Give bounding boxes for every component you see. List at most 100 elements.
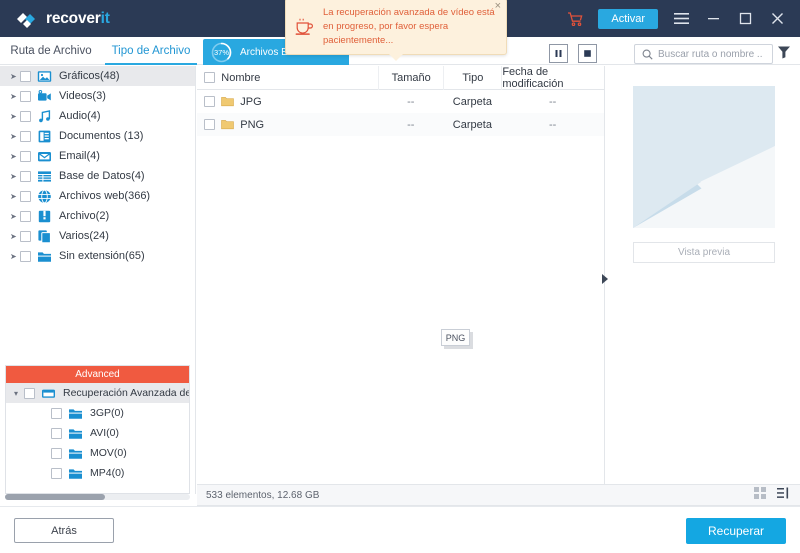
checkbox[interactable] — [51, 427, 62, 439]
advanced-root-item[interactable]: ▾ Recuperación Avanzada de Víc — [6, 383, 189, 403]
image-icon — [37, 69, 52, 84]
checkbox[interactable] — [20, 230, 31, 242]
row-date-cell: -- — [548, 95, 557, 108]
stop-button[interactable] — [578, 44, 597, 63]
sidebar-item-archivos-web[interactable]: ➤ Archivos web(366) — [0, 186, 195, 206]
tab-tipo-de-archivo[interactable]: Tipo de Archivo — [105, 37, 197, 65]
chevron-down-icon[interactable]: ▾ — [14, 389, 24, 398]
chevron-right-icon[interactable]: ➤ — [10, 152, 20, 161]
toast-pointer — [388, 53, 404, 62]
sidebar-item-label: Sin extensión(65) — [59, 250, 145, 262]
search-input[interactable] — [658, 48, 763, 60]
sidebar-item-documentos[interactable]: ➤ Documentos (13) — [0, 126, 195, 146]
chevron-right-icon[interactable]: ➤ — [10, 132, 20, 141]
shopping-cart-icon[interactable] — [566, 10, 584, 28]
checkbox[interactable] — [20, 90, 31, 102]
folder-video-icon — [68, 426, 83, 441]
checkbox[interactable] — [20, 210, 31, 222]
activate-button[interactable]: Activar — [598, 8, 658, 29]
sidebar-item-base-de-datos[interactable]: ➤ Base de Datos(4) — [0, 166, 195, 186]
minimize-icon[interactable] — [704, 10, 722, 28]
sidebar-item-label: Base de Datos(4) — [59, 170, 145, 182]
sidebar-item-varios[interactable]: ➤ Varios(24) — [0, 226, 195, 246]
checkbox[interactable] — [20, 190, 31, 202]
advanced-recovery-panel: Advanced ▾ Recuperación Avanzada de Víc — [5, 365, 190, 494]
row-size-cell: -- — [407, 118, 415, 131]
folder-video-icon — [68, 446, 83, 461]
chevron-right-icon[interactable]: ➤ — [10, 92, 20, 101]
search-icon — [642, 49, 653, 60]
recover-button[interactable]: Recuperar — [686, 518, 786, 544]
maximize-icon[interactable] — [736, 10, 754, 28]
close-icon[interactable]: × — [495, 1, 501, 12]
checkbox[interactable] — [51, 467, 62, 479]
envelope-icon — [37, 149, 52, 164]
checkbox[interactable] — [203, 96, 215, 107]
advanced-item-avi[interactable]: AVI(0) — [6, 423, 189, 443]
select-all-checkbox-cell[interactable] — [197, 66, 221, 90]
advanced-item-label: MOV(0) — [90, 447, 127, 459]
column-header-tamano[interactable]: Tamaño — [378, 65, 443, 90]
coffee-cup-icon — [294, 16, 316, 38]
sidebar-item-graficos[interactable]: ➤ Gráficos(48) — [0, 66, 195, 86]
collapse-right-icon[interactable] — [601, 272, 610, 286]
back-button[interactable]: Atrás — [14, 518, 114, 543]
row-checkbox-cell[interactable] — [197, 113, 221, 136]
video-camera-icon — [37, 89, 52, 104]
view-toggle-group — [754, 486, 790, 504]
advanced-item-mov[interactable]: MOV(0) — [6, 443, 189, 463]
sidebar-item-label: Audio(4) — [59, 110, 101, 122]
sidebar-item-email[interactable]: ➤ Email(4) — [0, 146, 195, 166]
advanced-item-mp4[interactable]: MP4(0) — [6, 463, 189, 483]
column-header-nombre[interactable]: Nombre — [221, 66, 378, 90]
chevron-right-icon[interactable]: ➤ — [10, 72, 20, 81]
checkbox[interactable] — [20, 170, 31, 182]
hamburger-menu-icon[interactable] — [672, 10, 690, 28]
sidebar-item-archivo[interactable]: ➤ Archivo(2) — [0, 206, 195, 226]
chevron-right-icon[interactable]: ➤ — [10, 232, 20, 241]
checkbox[interactable] — [203, 72, 215, 83]
chevron-right-icon[interactable]: ➤ — [10, 252, 20, 261]
row-size-cell: -- — [407, 95, 415, 108]
sidebar-item-videos[interactable]: ➤ Videos(3) — [0, 86, 195, 106]
chevron-right-icon[interactable]: ➤ — [10, 172, 20, 181]
row-checkbox-cell[interactable] — [197, 90, 221, 113]
checkbox[interactable] — [20, 130, 31, 142]
copy-pages-icon — [37, 229, 52, 244]
checkbox[interactable] — [203, 119, 215, 130]
checkbox[interactable] — [51, 447, 62, 459]
chevron-right-icon[interactable]: ➤ — [10, 112, 20, 121]
checkbox[interactable] — [20, 110, 31, 122]
diamond-logo-icon — [14, 7, 38, 31]
close-icon[interactable] — [768, 10, 786, 28]
checkbox[interactable] — [20, 250, 31, 262]
column-header-tipo[interactable]: Tipo — [443, 65, 501, 90]
sidebar-item-audio[interactable]: ➤ Audio(4) — [0, 106, 195, 126]
sidebar-item-label: Email(4) — [59, 150, 100, 162]
checkbox[interactable] — [20, 70, 31, 82]
column-header-fecha[interactable]: Fecha de modificación — [501, 65, 604, 90]
scrollbar-thumb[interactable] — [5, 494, 105, 500]
sidebar-item-sin-extension[interactable]: ➤ Sin extensión(65) — [0, 246, 195, 266]
checkbox[interactable] — [51, 407, 62, 419]
pause-button[interactable] — [549, 44, 568, 63]
table-row[interactable]: JPG -- Carpeta -- — [197, 90, 604, 113]
notification-toast: La recuperación avanzada de vídeo está e… — [285, 0, 507, 62]
table-row[interactable]: PNG -- Carpeta -- — [197, 113, 604, 136]
checkbox[interactable] — [20, 150, 31, 162]
filter-funnel-icon[interactable] — [777, 45, 791, 64]
video-recovery-icon — [41, 386, 56, 401]
preview-button[interactable]: Vista previa — [633, 242, 775, 263]
tab-ruta-de-archivo[interactable]: Ruta de Archivo — [5, 37, 97, 65]
list-view-icon[interactable] — [777, 486, 790, 504]
chevron-right-icon[interactable]: ➤ — [10, 192, 20, 201]
sidebar-horizontal-scrollbar[interactable] — [5, 494, 190, 500]
advanced-item-3gp[interactable]: 3GP(0) — [6, 403, 189, 423]
document-icon — [37, 129, 52, 144]
search-box[interactable] — [634, 44, 773, 64]
grid-view-icon[interactable] — [754, 486, 766, 504]
file-list: Nombre Tamaño Tipo Fecha de modificación… — [197, 65, 604, 484]
checkbox[interactable] — [24, 387, 35, 399]
chevron-right-icon[interactable]: ➤ — [10, 212, 20, 221]
recoverit-window: recoverit Activar La recuperación avanza… — [0, 0, 800, 553]
